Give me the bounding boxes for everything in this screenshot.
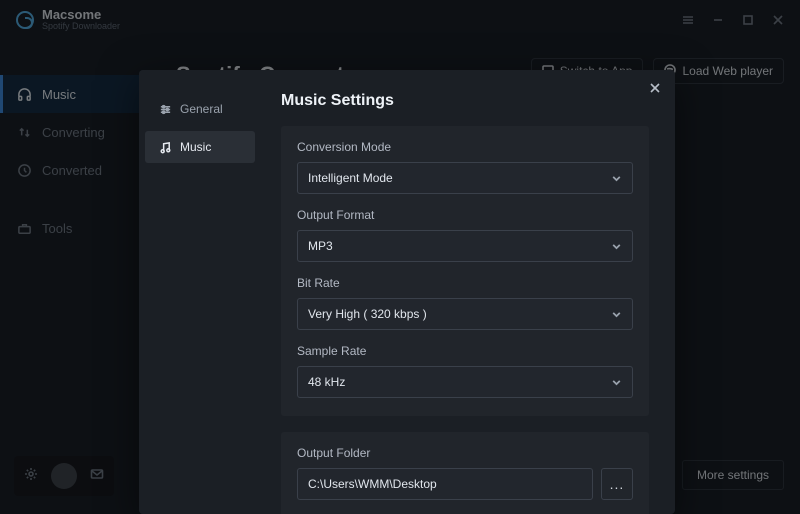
output-folder-value: C:\Users\WMM\Desktop (308, 477, 437, 491)
chevron-down-icon (611, 173, 622, 184)
settings-modal-title: Music Settings (281, 92, 655, 110)
chevron-down-icon (611, 241, 622, 252)
close-icon (649, 82, 661, 94)
settings-tab-general-label: General (180, 102, 223, 116)
output-format-label: Output Format (297, 208, 633, 222)
sliders-icon (159, 103, 172, 116)
settings-tab-music[interactable]: Music (145, 131, 255, 163)
output-folder-field[interactable]: C:\Users\WMM\Desktop (297, 468, 593, 500)
chevron-down-icon (611, 309, 622, 320)
settings-card-conversion: Conversion Mode Intelligent Mode Output … (281, 126, 649, 416)
ellipsis-icon: ... (610, 476, 625, 492)
settings-tab-general[interactable]: General (145, 93, 255, 125)
output-folder-label: Output Folder (297, 446, 633, 460)
settings-scroll-area[interactable]: Conversion Mode Intelligent Mode Output … (281, 126, 655, 514)
conversion-mode-label: Conversion Mode (297, 140, 633, 154)
bit-rate-label: Bit Rate (297, 276, 633, 290)
settings-card-output: Output Folder C:\Users\WMM\Desktop ... (281, 432, 649, 514)
bit-rate-value: Very High ( 320 kbps ) (308, 307, 427, 321)
output-folder-browse-button[interactable]: ... (601, 468, 633, 500)
settings-modal: General Music Music Settings Conversion … (139, 70, 675, 514)
chevron-down-icon (611, 377, 622, 388)
sample-rate-dropdown[interactable]: 48 kHz (297, 366, 633, 398)
conversion-mode-value: Intelligent Mode (308, 171, 393, 185)
sample-rate-value: 48 kHz (308, 375, 345, 389)
conversion-mode-dropdown[interactable]: Intelligent Mode (297, 162, 633, 194)
bit-rate-dropdown[interactable]: Very High ( 320 kbps ) (297, 298, 633, 330)
modal-close-button[interactable] (645, 78, 665, 98)
output-format-value: MP3 (308, 239, 333, 253)
settings-tab-music-label: Music (180, 140, 211, 154)
music-note-icon (159, 141, 172, 154)
settings-sidebar: General Music (139, 70, 261, 514)
output-format-dropdown[interactable]: MP3 (297, 230, 633, 262)
sample-rate-label: Sample Rate (297, 344, 633, 358)
